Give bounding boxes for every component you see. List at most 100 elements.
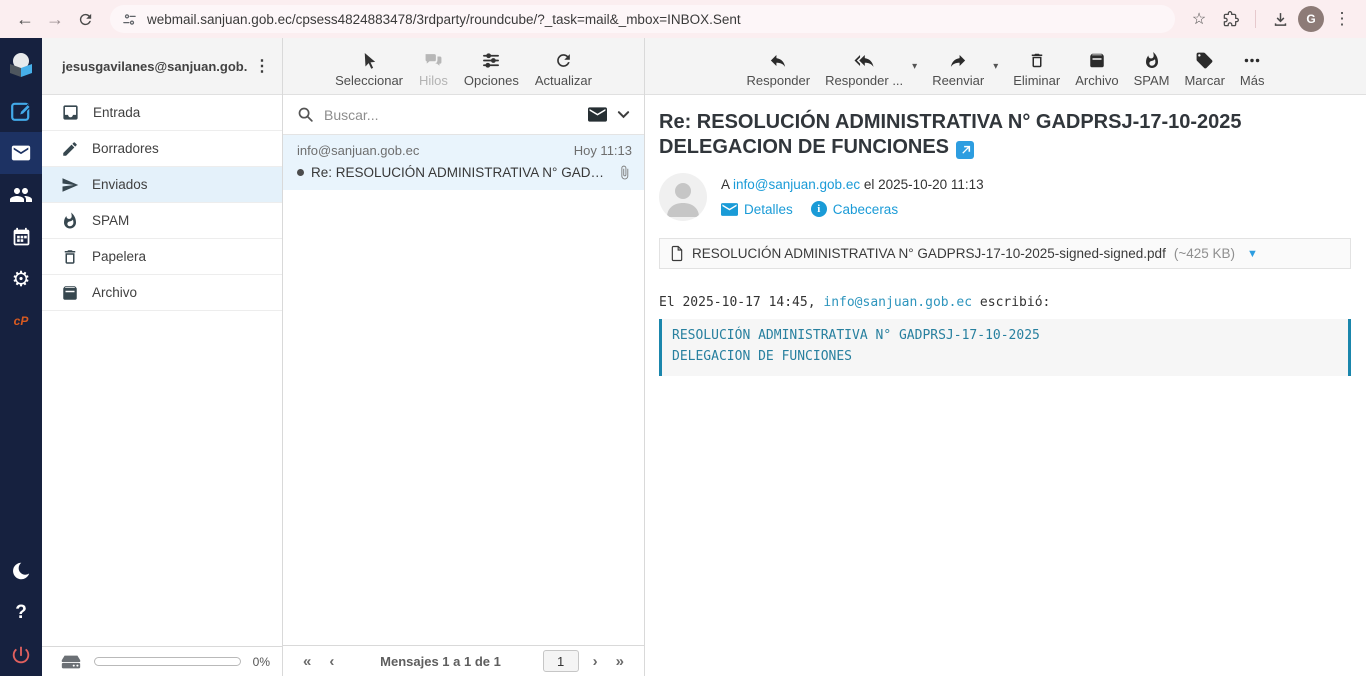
compose-icon[interactable]	[0, 90, 42, 132]
folder-label: Papelera	[92, 249, 146, 264]
folder-item-borradores[interactable]: Borradores	[42, 131, 282, 167]
content-toolbar: Responder Responder ... ▾ Reenviar ▾ Eli…	[645, 38, 1366, 95]
quote-line: RESOLUCIÓN ADMINISTRATIVA N° GADPRSJ-17-…	[672, 326, 1338, 346]
help-icon[interactable]: ?	[0, 592, 42, 634]
quota-bar: 0%	[42, 646, 282, 676]
reply-all-button[interactable]: Responder ...	[825, 51, 903, 88]
attachment-row[interactable]: RESOLUCIÓN ADMINISTRATIVA N° GADPRSJ-17-…	[659, 238, 1351, 269]
browser-actions: ☆ G ⋮	[1185, 5, 1356, 33]
list-toolbar: Seleccionar Hilos Opciones Actualizar	[283, 38, 644, 95]
recipient-email-link[interactable]: info@sanjuan.gob.ec	[733, 177, 860, 192]
pagination-bar: « ‹ Mensajes 1 a 1 de 1 › »	[283, 645, 644, 676]
open-in-new-window-icon[interactable]	[956, 141, 974, 159]
select-button[interactable]: Seleccionar	[335, 51, 403, 88]
search-options-chevron-icon[interactable]	[617, 110, 630, 119]
last-page-icon[interactable]: »	[612, 653, 628, 670]
first-page-icon[interactable]: «	[299, 653, 315, 670]
rail-mail-icon[interactable]	[0, 132, 42, 174]
search-icon	[297, 106, 314, 123]
spam-button[interactable]: SPAM	[1134, 51, 1170, 88]
account-menu-icon[interactable]: ⋮	[248, 56, 274, 76]
message-recipients: A info@sanjuan.gob.ec el 2025-10-20 11:1…	[721, 173, 984, 221]
browser-forward-icon[interactable]: →	[40, 4, 70, 34]
browser-chrome: ← → webmail.sanjuan.gob.ec/cpsess4824883…	[0, 0, 1366, 38]
search-scope-mail-icon[interactable]	[588, 107, 607, 122]
extensions-icon[interactable]	[1217, 5, 1245, 33]
pagination-status: Mensajes 1 a 1 de 1	[348, 654, 532, 669]
read-status-dot-icon[interactable]	[297, 169, 304, 176]
logout-power-icon[interactable]	[0, 634, 42, 676]
archive-icon	[61, 284, 79, 302]
message-list-item[interactable]: info@sanjuan.gob.ec Hoy 11:13 Re: RESOLU…	[283, 135, 644, 190]
folder-label: SPAM	[92, 213, 129, 228]
options-button[interactable]: Opciones	[464, 51, 519, 88]
archive-button[interactable]: Archivo	[1075, 51, 1118, 88]
rail-calendar-icon[interactable]	[0, 216, 42, 258]
attachment-size: (~425 KB)	[1174, 246, 1235, 261]
fire-icon	[61, 212, 79, 230]
reply-icon	[767, 51, 789, 70]
reply-all-caret-icon[interactable]: ▾	[912, 61, 917, 72]
dark-mode-moon-icon[interactable]	[0, 550, 42, 592]
quota-progress	[94, 657, 241, 666]
webmail-logo-icon[interactable]	[0, 38, 42, 90]
forward-icon	[947, 51, 969, 70]
next-page-icon[interactable]: ›	[589, 653, 602, 670]
pdf-file-icon	[670, 245, 684, 262]
divider	[1255, 10, 1256, 28]
account-email: jesusgavilanes@sanjuan.gob....	[62, 59, 248, 74]
message-subject-title: Re: RESOLUCIÓN ADMINISTRATIVA N° GADPRSJ…	[659, 110, 1299, 160]
forward-button[interactable]: Reenviar	[932, 51, 984, 88]
quote-line: DELEGACION DE FUNCIONES	[672, 347, 1338, 367]
delete-button[interactable]: Eliminar	[1013, 51, 1060, 88]
folder-list: Entrada Borradores Enviados SPAM Papeler…	[42, 95, 282, 646]
forward-caret-icon[interactable]: ▾	[993, 61, 998, 72]
pencil-icon	[61, 140, 79, 158]
refresh-button[interactable]: Actualizar	[535, 51, 592, 88]
body-email-link[interactable]: info@sanjuan.gob.ec	[823, 295, 972, 310]
folder-label: Enviados	[92, 177, 148, 192]
url-text[interactable]: webmail.sanjuan.gob.ec/cpsess4824883478/…	[147, 12, 741, 27]
reply-button[interactable]: Responder	[747, 51, 811, 88]
tag-button[interactable]: Marcar	[1184, 51, 1224, 88]
ellipsis-icon	[1242, 51, 1262, 70]
fire-icon	[1143, 51, 1161, 70]
rail-contacts-icon[interactable]	[0, 174, 42, 216]
site-settings-icon[interactable]	[122, 12, 137, 27]
folder-label: Archivo	[92, 285, 137, 300]
trash-icon	[61, 248, 79, 266]
folders-panel: jesusgavilanes@sanjuan.gob.... ⋮ Entrada…	[42, 38, 283, 676]
rail-settings-icon[interactable]: ⚙	[0, 258, 42, 300]
cpanel-icon[interactable]: cP	[0, 300, 42, 342]
search-input[interactable]	[324, 107, 578, 123]
search-bar	[283, 95, 644, 135]
tag-icon	[1195, 51, 1214, 70]
page-number-input[interactable]	[543, 650, 579, 672]
headers-toggle[interactable]: i Cabeceras	[811, 201, 898, 217]
folder-item-spam[interactable]: SPAM	[42, 203, 282, 239]
webmail-app: ⚙ cP ? jesusgavilanes@sanjuan.gob.... ⋮ …	[0, 38, 1366, 676]
attachment-menu-caret-icon[interactable]: ▼	[1247, 248, 1258, 260]
browser-refresh-icon[interactable]	[70, 4, 100, 34]
details-toggle[interactable]: Detalles	[721, 202, 793, 217]
browser-back-icon[interactable]: ←	[10, 4, 40, 34]
folder-item-entrada[interactable]: Entrada	[42, 95, 282, 131]
folder-label: Borradores	[92, 141, 159, 156]
browser-menu-icon[interactable]: ⋮	[1328, 5, 1356, 33]
message-date-text: el 2025-10-20 11:13	[864, 177, 984, 192]
archive-icon	[1088, 51, 1106, 70]
folder-item-enviados[interactable]: Enviados	[42, 167, 282, 203]
cursor-icon	[360, 51, 379, 70]
folder-item-papelera[interactable]: Papelera	[42, 239, 282, 275]
threads-button[interactable]: Hilos	[419, 51, 448, 88]
quote-intro-line: El 2025-10-17 14:45, info@sanjuan.gob.ec…	[659, 295, 1351, 310]
folder-item-archivo[interactable]: Archivo	[42, 275, 282, 311]
address-bar[interactable]: webmail.sanjuan.gob.ec/cpsess4824883478/…	[110, 5, 1175, 33]
threads-icon	[423, 51, 444, 70]
more-button[interactable]: Más	[1240, 51, 1265, 88]
download-icon[interactable]	[1266, 5, 1294, 33]
browser-profile-avatar[interactable]: G	[1298, 6, 1324, 32]
bookmark-star-icon[interactable]: ☆	[1185, 5, 1213, 33]
list-empty-space	[283, 190, 644, 645]
prev-page-icon[interactable]: ‹	[325, 653, 338, 670]
